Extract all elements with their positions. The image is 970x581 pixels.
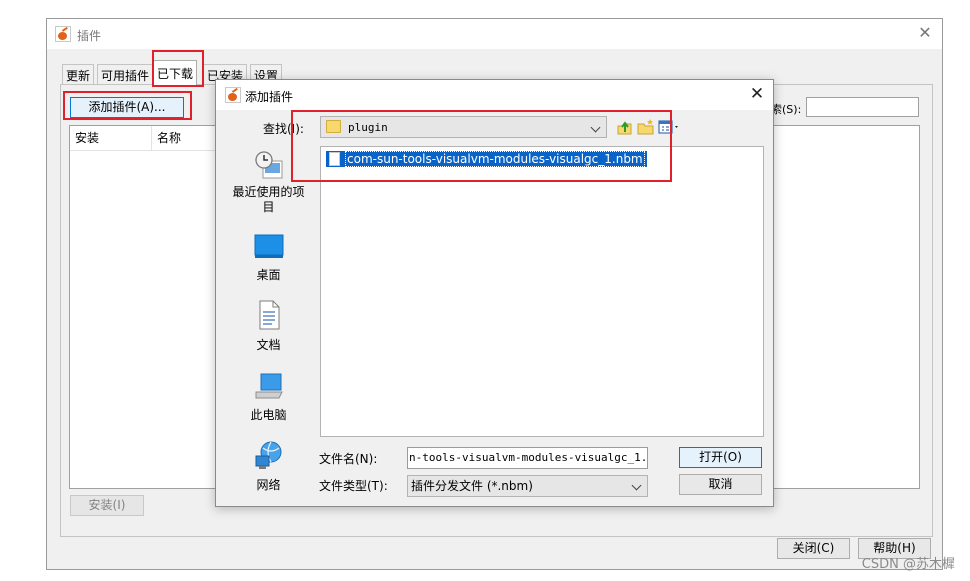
new-folder-icon[interactable] bbox=[637, 118, 655, 136]
place-desktop[interactable]: 桌面 bbox=[227, 232, 310, 283]
place-recent-items[interactable]: 最近使用的项目 bbox=[227, 150, 310, 215]
place-recent-items-label: 最近使用的项目 bbox=[232, 185, 305, 214]
tab-updates[interactable]: 更新 bbox=[62, 64, 95, 84]
place-network[interactable]: 网络 bbox=[227, 440, 310, 493]
tab-downloaded[interactable]: 已下载 bbox=[153, 60, 198, 86]
documents-icon bbox=[259, 300, 279, 330]
plugins-window-title: 插件 bbox=[77, 29, 102, 43]
install-button[interactable]: 安装(I) bbox=[70, 495, 144, 516]
dialog-titlebar: 添加插件 ✕ bbox=[216, 80, 773, 110]
places-bar: 最近使用的项目 桌面 文档 此电脑 网络 bbox=[227, 146, 310, 500]
file-type-value: 插件分发文件 (*.nbm) bbox=[411, 479, 533, 493]
column-header-install[interactable]: 安装 bbox=[70, 126, 152, 151]
chevron-down-icon bbox=[590, 122, 601, 133]
look-in-label: 查找(I): bbox=[263, 122, 304, 136]
file-item-name: com-sun-tools-visualvm-modules-visualgc_… bbox=[345, 151, 645, 167]
plugins-titlebar: 插件 ✕ bbox=[47, 19, 942, 49]
column-header-name[interactable]: 名称 bbox=[152, 126, 222, 151]
place-documents[interactable]: 文档 bbox=[227, 299, 310, 353]
close-button[interactable]: 关闭(C) bbox=[777, 538, 850, 559]
desktop-icon bbox=[254, 234, 283, 258]
search-input[interactable] bbox=[806, 97, 919, 117]
file-icon bbox=[329, 152, 340, 166]
visualvm-app-icon bbox=[225, 87, 241, 103]
place-network-label: 网络 bbox=[256, 478, 281, 492]
add-plugin-dialog: 添加插件 ✕ 查找(I): plugin 最近使用的项目 桌面 文档 此电脑 网… bbox=[215, 79, 774, 507]
file-name-label: 文件名(N): bbox=[319, 452, 378, 466]
file-list[interactable]: com-sun-tools-visualvm-modules-visualgc_… bbox=[320, 146, 764, 437]
network-icon bbox=[255, 441, 281, 469]
watermark: CSDN @苏木樨 bbox=[861, 557, 955, 572]
view-menu-icon[interactable] bbox=[658, 118, 682, 136]
file-item[interactable]: com-sun-tools-visualvm-modules-visualgc_… bbox=[326, 151, 647, 167]
open-button[interactable]: 打开(O) bbox=[679, 447, 762, 468]
dialog-title: 添加插件 bbox=[245, 90, 294, 104]
visualvm-app-icon bbox=[55, 26, 71, 42]
recent-items-icon bbox=[254, 151, 282, 179]
look-in-value: plugin bbox=[348, 121, 388, 134]
place-documents-label: 文档 bbox=[256, 338, 281, 352]
file-type-label: 文件类型(T): bbox=[319, 479, 388, 493]
folder-icon bbox=[326, 120, 341, 133]
cancel-button[interactable]: 取消 bbox=[679, 474, 762, 495]
place-desktop-label: 桌面 bbox=[256, 268, 281, 282]
place-this-pc-label: 此电脑 bbox=[250, 408, 287, 422]
file-type-select[interactable]: 插件分发文件 (*.nbm) bbox=[407, 475, 648, 497]
add-plugin-button[interactable]: 添加插件(A)... bbox=[70, 97, 184, 118]
search-label: 索(S): bbox=[771, 103, 802, 116]
file-name-input[interactable]: n-tools-visualvm-modules-visualgc_1.nbm bbox=[407, 447, 648, 469]
chevron-down-icon bbox=[631, 480, 642, 491]
tab-available-plugins[interactable]: 可用插件 bbox=[97, 64, 154, 84]
close-icon[interactable]: ✕ bbox=[747, 84, 767, 104]
place-this-pc[interactable]: 此电脑 bbox=[227, 370, 310, 423]
look-in-select[interactable]: plugin bbox=[320, 116, 607, 138]
close-icon[interactable]: ✕ bbox=[916, 24, 934, 42]
up-one-level-icon[interactable] bbox=[616, 118, 634, 136]
computer-icon bbox=[255, 373, 283, 399]
